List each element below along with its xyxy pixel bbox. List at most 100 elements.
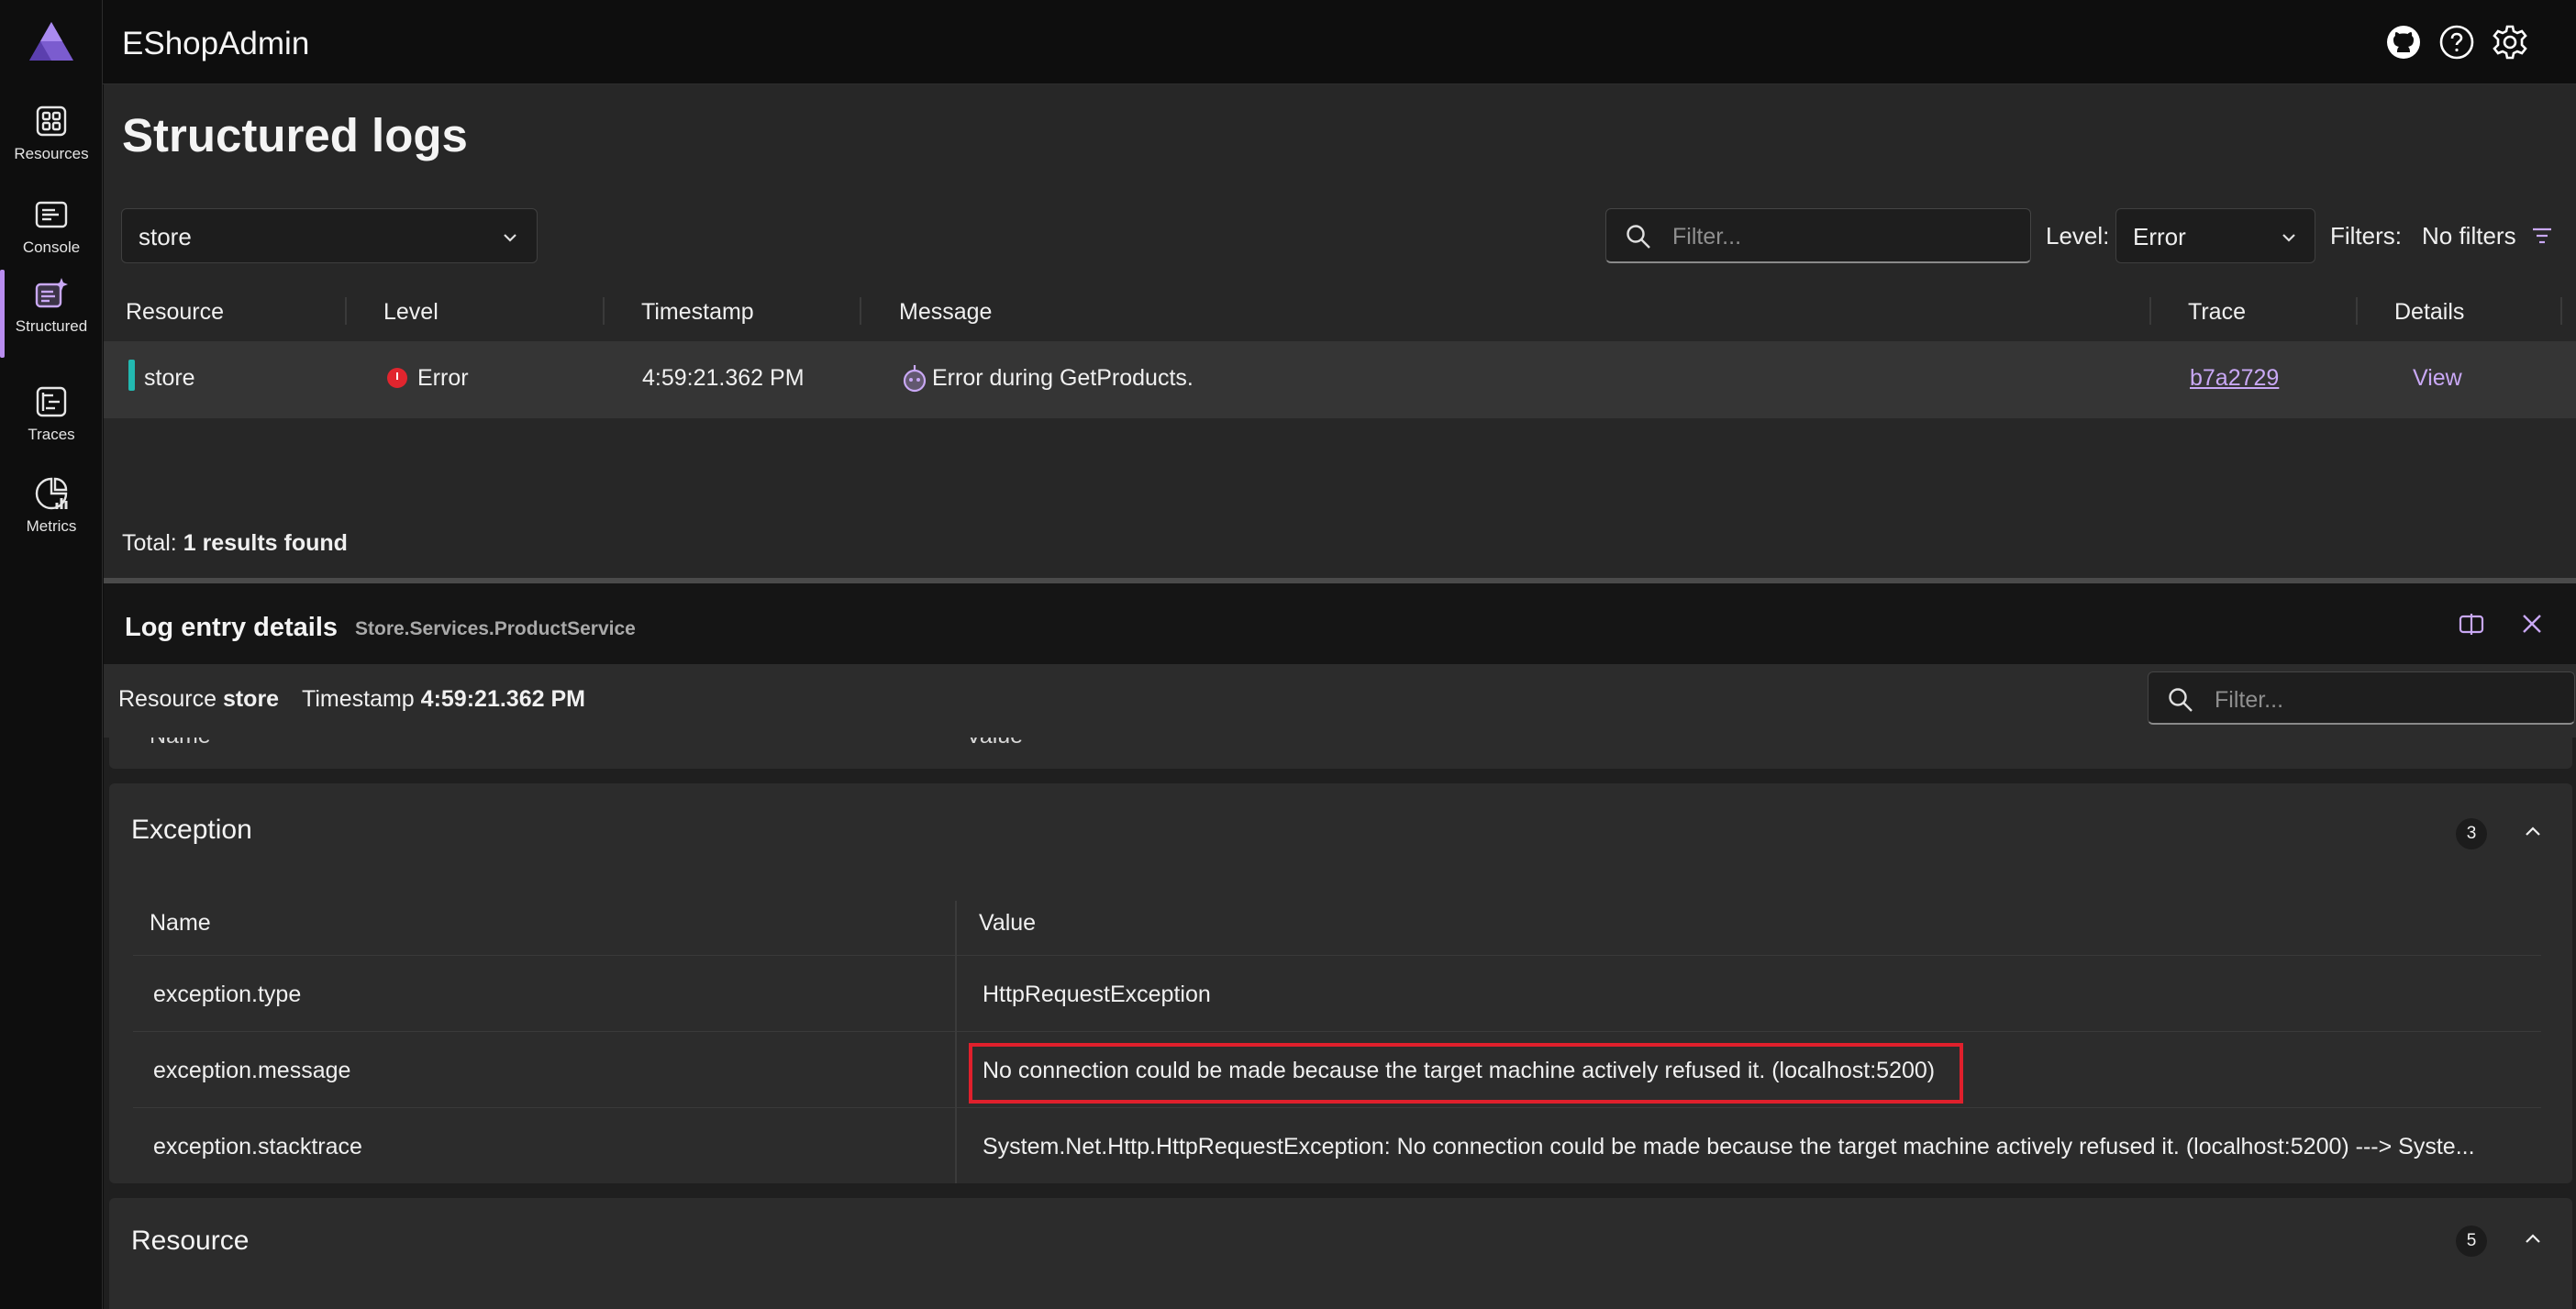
level-select-value: Error [2133,223,2186,251]
structured-logs-panel: Structured logs store Level: Error Filte… [104,84,2576,578]
nav-item-traces[interactable]: Traces [0,378,103,466]
details-timestamp-label: Timestamp [302,686,415,712]
resource-color-bar [128,360,135,391]
nav-item-resources[interactable]: Resources [0,97,103,185]
toggle-orientation-icon[interactable] [2457,609,2486,638]
chevron-up-icon[interactable] [2519,818,2547,846]
col-header-value[interactable]: Value [979,910,1036,937]
cell-resource: store [144,365,195,392]
details-title: Log entry details [125,613,338,643]
details-subtitle: Store.Services.ProductService [355,618,636,640]
trace-link[interactable]: b7a2729 [2190,365,2279,392]
col-header-timestamp[interactable]: Timestamp [641,299,754,326]
chevron-up-icon[interactable] [2519,1226,2547,1253]
resource-select-value: store [139,223,192,251]
settings-icon[interactable] [2492,24,2528,61]
view-details-link[interactable]: View [2413,365,2462,392]
col-header-name[interactable]: Name [150,910,211,937]
page-title: Structured logs [122,108,468,162]
table-row[interactable]: store Error 4:59:21.362 PM Error during … [104,341,2576,418]
col-header-details[interactable]: Details [2394,299,2464,326]
search-icon [1625,223,1652,250]
property-value: System.Net.Http.HttpRequestException: No… [983,1134,2475,1160]
property-name: exception.type [153,982,301,1008]
error-icon [387,368,407,388]
nav-item-structured[interactable]: Structured [0,270,103,358]
scrolled-header-row: Name Value [109,738,2572,769]
aspire-logo-icon[interactable] [28,20,75,62]
nav-label-resources: Resources [14,145,88,163]
details-resource-label: Resource [118,686,217,712]
details-timestamp: Timestamp 4:59:21.362 PM [302,686,585,713]
message-template-icon [902,363,927,393]
nav-label-console: Console [23,239,80,257]
property-value: HttpRequestException [983,982,1211,1008]
col-resize-handle[interactable] [2560,297,2562,325]
metrics-icon [33,475,70,512]
property-name: exception.message [153,1058,350,1084]
col-header-resource[interactable]: Resource [126,299,224,326]
column-divider [955,956,957,1032]
details-summary-bar: Resource store Timestamp 4:59:21.362 PM [104,664,2576,738]
column-divider [955,1108,957,1183]
property-row[interactable]: exception.message No connection could be… [133,1032,2541,1108]
app-title: EShopAdmin [122,26,309,62]
resource-section: Resource 5 [109,1198,2572,1309]
details-search-input[interactable] [2215,683,2526,716]
details-panel-header: Log entry details Store.Services.Product… [104,583,2576,664]
col-resize-handle[interactable] [603,297,605,325]
filter-icon[interactable] [2530,224,2554,248]
col-resize-handle[interactable] [2356,297,2358,325]
app-header: EShopAdmin [103,0,2576,84]
col-resize-handle[interactable] [860,297,861,325]
log-search-input[interactable] [1672,220,1984,253]
nav-rail: Resources Console Structured Traces [0,0,103,1309]
nav-active-indicator [0,270,5,358]
traces-icon [33,383,70,420]
resource-section-title: Resource [131,1226,249,1257]
nav-item-metrics[interactable]: Metrics [0,470,103,558]
col-resize-handle[interactable] [345,297,347,325]
help-icon[interactable] [2438,24,2475,61]
col-resize-handle[interactable] [2149,297,2151,325]
property-value: No connection could be made because the … [983,1058,1935,1084]
details-search-field[interactable] [2148,671,2575,725]
structured-icon [33,275,70,312]
results-total: Total: 1 results found [122,530,348,557]
chevron-down-icon [499,227,521,249]
col-header-message[interactable]: Message [899,299,992,326]
details-body: Name Value Exception 3 Name Value except… [104,738,2576,1309]
console-icon [33,196,70,233]
nav-label-metrics: Metrics [27,517,77,536]
total-label: Total: [122,530,177,556]
level-label: Level: [2046,222,2109,250]
details-resource-value: store [223,686,279,712]
property-row[interactable]: exception.stacktrace System.Net.Http.Htt… [133,1108,2541,1183]
exception-section: Exception 3 Name Value exception.type Ht… [109,783,2572,1183]
search-icon [2167,686,2194,714]
col-header-level[interactable]: Level [383,299,439,326]
nav-label-traces: Traces [28,426,74,444]
col-resize-handle[interactable] [955,901,957,956]
property-name: exception.stacktrace [153,1134,362,1160]
resource-select[interactable]: store [121,208,538,263]
nav-label-structured: Structured [16,317,87,336]
col-header-trace[interactable]: Trace [2188,299,2246,326]
cell-message: Error during GetProducts. [932,365,1194,392]
level-select[interactable]: Error [2115,208,2315,263]
property-row[interactable]: exception.type HttpRequestException [133,956,2541,1032]
exception-count-badge: 3 [2456,818,2487,849]
resource-count-badge: 5 [2456,1226,2487,1257]
cell-level: Error [417,365,469,392]
github-icon[interactable] [2385,24,2422,61]
exception-grid-header: Name Value [133,879,2541,956]
filters-label: Filters: [2330,222,2402,250]
filters-value[interactable]: No filters [2422,222,2516,250]
total-value: 1 results found [183,530,348,556]
scrolled-value-header: Value [966,738,1023,749]
exception-section-title: Exception [131,815,252,846]
close-icon[interactable] [2517,609,2547,638]
log-search-field[interactable] [1605,208,2031,263]
nav-item-console[interactable]: Console [0,191,103,279]
details-resource: Resource store [118,686,279,713]
